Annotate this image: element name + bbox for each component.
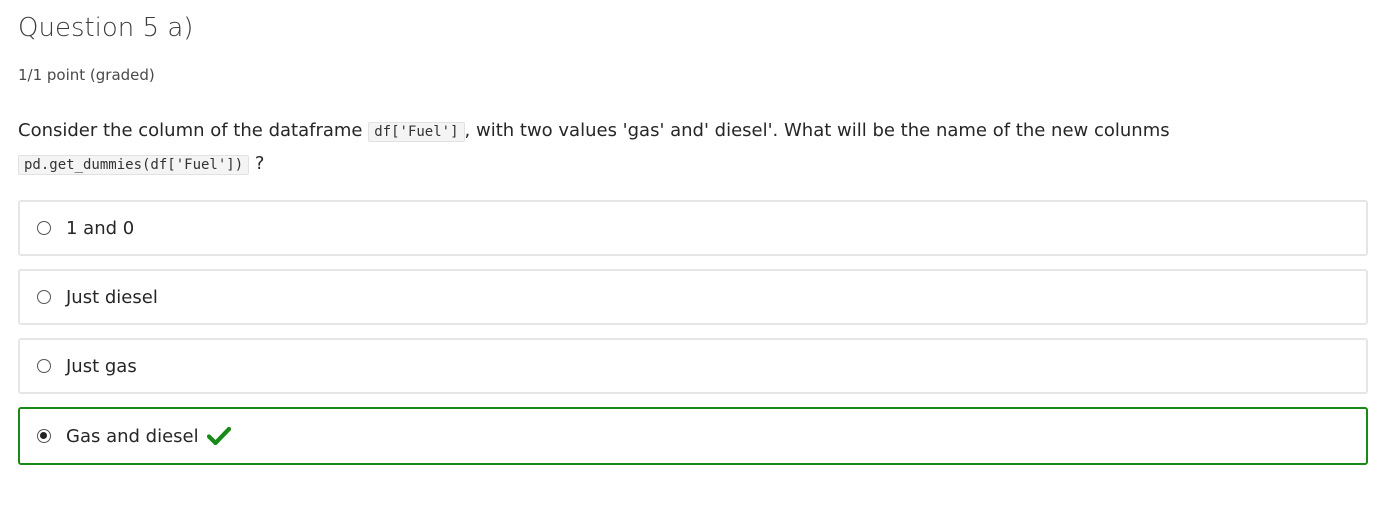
answer-choices: 1 and 0 Just diesel Just gas Gas and die… [18,200,1368,478]
code-snippet-column: df['Fuel'] [368,122,465,142]
choice-option-3[interactable]: Just gas [18,338,1368,394]
check-icon [206,426,231,446]
prompt-text-2: , with two values 'gas' and' diesel'. Wh… [464,120,1170,141]
choice-label: Gas and diesel [66,425,199,447]
radio-button[interactable] [37,290,51,304]
choice-label: Just diesel [66,286,158,308]
choice-option-2[interactable]: Just diesel [18,269,1368,325]
code-snippet-get-dummies: pd.get_dummies(df['Fuel']) [18,155,250,175]
prompt-text-3: ? [254,153,265,174]
question-prompt: Consider the column of the dataframe df[… [18,115,1368,181]
choice-option-1[interactable]: 1 and 0 [18,200,1368,256]
prompt-text-1: Consider the column of the dataframe [18,120,363,141]
radio-button[interactable] [37,359,51,373]
radio-button-selected[interactable] [37,429,51,443]
problem-title: Question 5 a) [18,13,194,43]
choice-label: Just gas [66,355,137,377]
points-status: 1/1 point (graded) [18,66,155,84]
choice-option-4[interactable]: Gas and diesel [18,407,1368,465]
choice-label: 1 and 0 [66,217,135,239]
radio-button[interactable] [37,221,51,235]
